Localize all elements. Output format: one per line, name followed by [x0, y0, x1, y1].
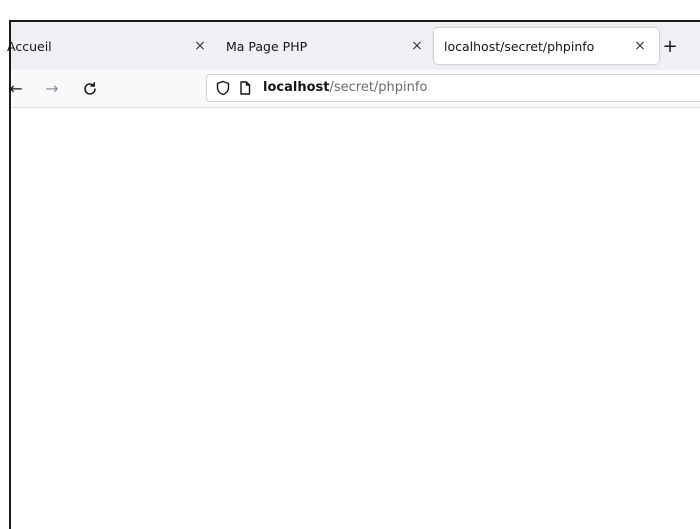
- tab-label: Accueil: [7, 38, 52, 54]
- shield-icon[interactable]: [215, 80, 231, 96]
- tab-accueil[interactable]: Accueil ×: [7, 28, 219, 64]
- url-path: /secret/phpinfo: [329, 80, 428, 95]
- url-text[interactable]: localhost/secret/phpinfo: [263, 80, 427, 96]
- new-tab-button[interactable]: +: [659, 36, 681, 58]
- page-icon[interactable]: [237, 80, 253, 96]
- tab-ma-page-php[interactable]: Ma Page PHP ×: [218, 28, 436, 64]
- close-tab-icon[interactable]: ×: [191, 37, 209, 55]
- forward-button[interactable]: →: [41, 78, 63, 100]
- navigation-toolbar: ← → localhost/secret/phpinfo: [9, 70, 700, 108]
- tab-label: localhost/secret/phpinfo: [444, 38, 595, 54]
- reload-button[interactable]: [79, 78, 101, 100]
- page-content: [11, 108, 700, 529]
- url-host: localhost: [263, 80, 330, 95]
- tab-label: Ma Page PHP: [226, 38, 308, 54]
- browser-window: Accueil × Ma Page PHP × localhost/secret…: [0, 0, 700, 529]
- close-tab-icon[interactable]: ×: [631, 37, 649, 55]
- close-tab-icon[interactable]: ×: [408, 37, 426, 55]
- tab-phpinfo-active[interactable]: localhost/secret/phpinfo ×: [434, 28, 659, 64]
- reload-icon: [84, 82, 96, 95]
- back-button[interactable]: ←: [5, 78, 27, 100]
- tab-strip: Accueil × Ma Page PHP × localhost/secret…: [7, 22, 700, 70]
- url-bar[interactable]: localhost/secret/phpinfo: [206, 74, 700, 102]
